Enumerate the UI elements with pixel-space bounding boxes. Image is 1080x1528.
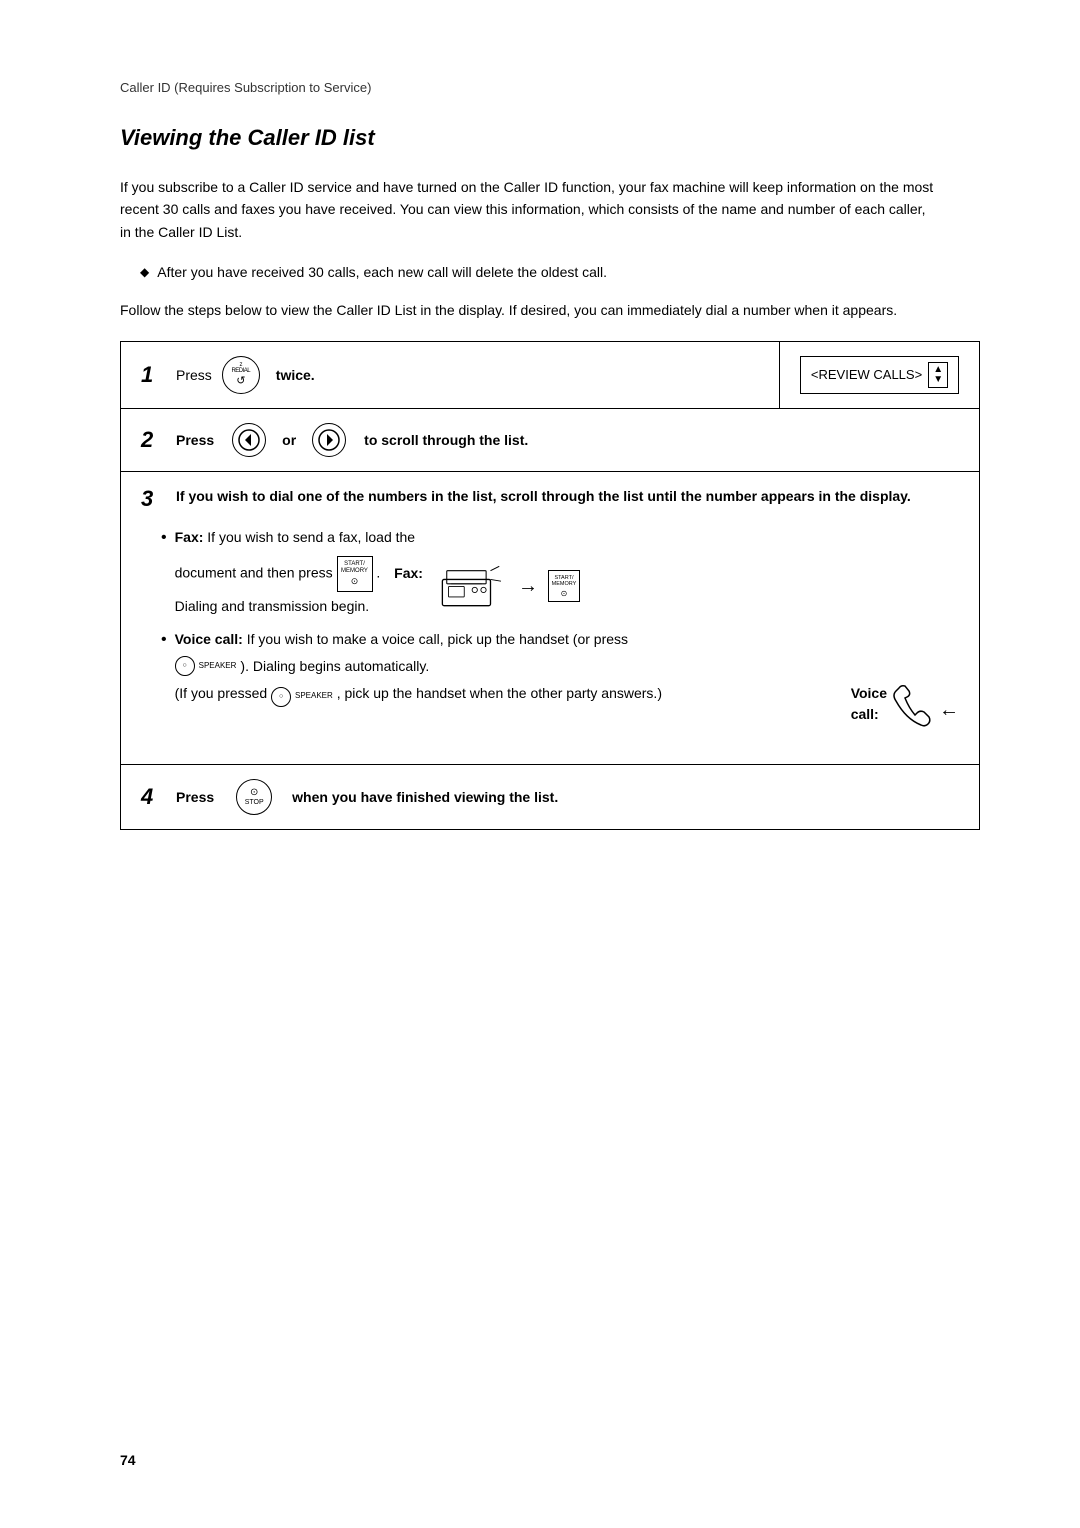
speaker-button-icon: ○ bbox=[175, 656, 195, 676]
step-4-row: 4 Press ⊙ STOP when you have finished vi… bbox=[121, 764, 980, 829]
breadcrumb: Caller ID (Requires Subscription to Serv… bbox=[120, 80, 980, 95]
fax-dialing: Dialing and transmission begin. bbox=[175, 596, 423, 617]
speaker-label-text: SPEAKER bbox=[199, 660, 237, 672]
step-3-header: 3 If you wish to dial one of the numbers… bbox=[141, 486, 959, 512]
fax-label-right: Fax: bbox=[394, 565, 423, 581]
step-2-content: 2 Press or bbox=[121, 409, 979, 471]
step-2-row: 2 Press or bbox=[121, 408, 980, 471]
voice-bullet-content: Voice call: If you wish to make a voice … bbox=[175, 629, 959, 738]
speaker-label-2: SPEAKER bbox=[295, 691, 333, 700]
fax-row: document and then press START/ MEMORY ⊙ bbox=[175, 556, 959, 617]
step-4-number: 4 bbox=[141, 784, 166, 810]
fax-sub-bullet: Fax: If you wish to send a fax, load the… bbox=[161, 527, 959, 617]
step-2-scroll: to scroll through the list. bbox=[364, 432, 528, 448]
redial-button-icon: zREDIAL ↺ bbox=[222, 356, 260, 394]
handset-arrow: ← bbox=[939, 695, 959, 725]
voice-illustration: ← bbox=[891, 683, 959, 738]
voice-call-label: Voicecall: bbox=[851, 683, 887, 725]
step-2-or: or bbox=[282, 432, 296, 448]
steps-table: 1 Press zREDIAL ↺ twice. <REVIEW CALLS> bbox=[120, 341, 980, 830]
fax-doc-line: document and then press START/ MEMORY ⊙ bbox=[175, 556, 423, 592]
step-1-press: Press bbox=[176, 367, 212, 383]
review-calls-arrows: ▲ ▼ bbox=[928, 362, 948, 388]
page-number: 74 bbox=[120, 1452, 136, 1468]
fax-illustration: → START/ MEMORY ⊙ bbox=[438, 561, 580, 611]
step-3-number: 3 bbox=[141, 486, 166, 512]
fax-label-bold: Fax: bbox=[175, 529, 204, 545]
step-2-cell: 2 Press or bbox=[121, 408, 980, 471]
step-3-header-text: If you wish to dial one of the numbers i… bbox=[176, 486, 911, 507]
step-1-cell: 1 Press zREDIAL ↺ twice. <REVIEW CALLS> bbox=[121, 341, 980, 408]
scroll-right-button-icon bbox=[312, 423, 346, 457]
fax-intro-text: If you wish to send a fax, load the bbox=[207, 529, 415, 545]
note-bullet: After you have received 30 calls, each n… bbox=[140, 261, 940, 283]
step-3-row: 3 If you wish to dial one of the numbers… bbox=[121, 471, 980, 764]
handset-drawing bbox=[891, 683, 931, 738]
start-memory-button-icon: START/ MEMORY ⊙ bbox=[337, 556, 373, 592]
voice-label-bold: Voice call: bbox=[175, 631, 243, 647]
section-title: Viewing the Caller ID list bbox=[120, 125, 980, 151]
fax-bullet-content: Fax: If you wish to send a fax, load the… bbox=[175, 527, 959, 617]
voice-text1: If you wish to make a voice call, pick u… bbox=[247, 631, 628, 647]
scroll-left-button-icon bbox=[232, 423, 266, 457]
voice-line3: (If you pressed ○ SPEAKER , pick up the … bbox=[175, 683, 959, 738]
step-3-content: 3 If you wish to dial one of the numbers… bbox=[121, 472, 979, 764]
step-4-action: when you have finished viewing the list. bbox=[292, 789, 558, 805]
intro-paragraph: If you subscribe to a Caller ID service … bbox=[120, 176, 940, 243]
step-1-right: <REVIEW CALLS> ▲ ▼ bbox=[779, 342, 979, 408]
review-calls-label: <REVIEW CALLS> bbox=[811, 367, 922, 382]
step-4-cell: 4 Press ⊙ STOP when you have finished vi… bbox=[121, 764, 980, 829]
step-4-press: Press bbox=[176, 789, 214, 805]
fax-arrow-right: → bbox=[518, 571, 538, 601]
step-1-number: 1 bbox=[141, 362, 166, 388]
step-1-row: 1 Press zREDIAL ↺ twice. <REVIEW CALLS> bbox=[121, 341, 980, 408]
fax-doc-text-group: document and then press START/ MEMORY ⊙ bbox=[175, 556, 423, 617]
review-calls-box: <REVIEW CALLS> ▲ ▼ bbox=[800, 356, 959, 394]
step-2-number: 2 bbox=[141, 427, 166, 453]
voice-label-and-icon: Voicecall: bbox=[851, 683, 887, 729]
step-1-left: 1 Press zREDIAL ↺ twice. bbox=[121, 342, 779, 408]
fax-machine-drawing bbox=[438, 561, 508, 611]
speaker-button-icon-2: ○ bbox=[271, 687, 291, 707]
voice-line1: Voice call: If you wish to make a voice … bbox=[175, 629, 959, 650]
fax-intro-line: Fax: If you wish to send a fax, load the bbox=[175, 527, 959, 548]
step-2-press: Press bbox=[176, 432, 214, 448]
step-3-sub-bullets: Fax: If you wish to send a fax, load the… bbox=[161, 527, 959, 738]
voice-pickup-text: , pick up the handset when the other par… bbox=[337, 685, 662, 701]
follow-text: Follow the steps below to view the Calle… bbox=[120, 299, 940, 321]
voice-line3-text: (If you pressed ○ SPEAKER , pick up the … bbox=[175, 683, 827, 707]
fax-doc-text: document and then press bbox=[175, 565, 337, 581]
step-4-content: 4 Press ⊙ STOP when you have finished vi… bbox=[121, 765, 979, 829]
step-3-cell: 3 If you wish to dial one of the numbers… bbox=[121, 471, 980, 764]
voice-dialing-text: ). Dialing begins automatically. bbox=[240, 656, 429, 677]
start-memory-button-icon-small: START/ MEMORY ⊙ bbox=[548, 570, 580, 602]
step-1-twice: twice. bbox=[276, 367, 315, 383]
fax-dot: . bbox=[376, 565, 380, 581]
voice-line2: ○ SPEAKER ). Dialing begins automaticall… bbox=[175, 656, 959, 677]
stop-button-icon: ⊙ STOP bbox=[236, 779, 272, 815]
page: Caller ID (Requires Subscription to Serv… bbox=[0, 0, 1080, 1528]
voice-sub-bullet: Voice call: If you wish to make a voice … bbox=[161, 629, 959, 738]
